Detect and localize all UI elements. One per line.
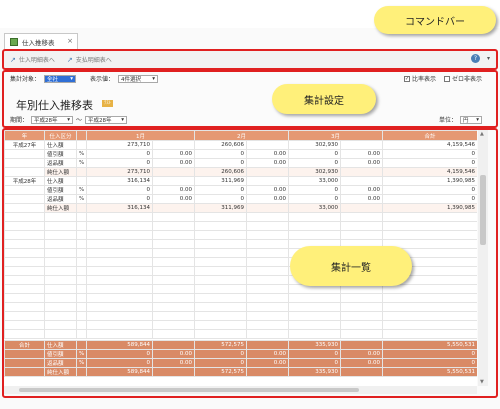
table-frame [2, 128, 498, 398]
close-icon[interactable]: × [67, 37, 73, 45]
report-icon [10, 37, 18, 46]
table-callout: 集計一覧 [290, 246, 412, 286]
settings-frame [2, 70, 498, 128]
commandbar-callout: コマンドバー [374, 6, 496, 34]
commandbar-frame [2, 49, 498, 70]
settings-callout: 集計設定 [272, 84, 376, 114]
tab-purchase-trend[interactable]: 仕入推移表 × [4, 33, 78, 49]
tab-label: 仕入推移表 [22, 38, 55, 47]
